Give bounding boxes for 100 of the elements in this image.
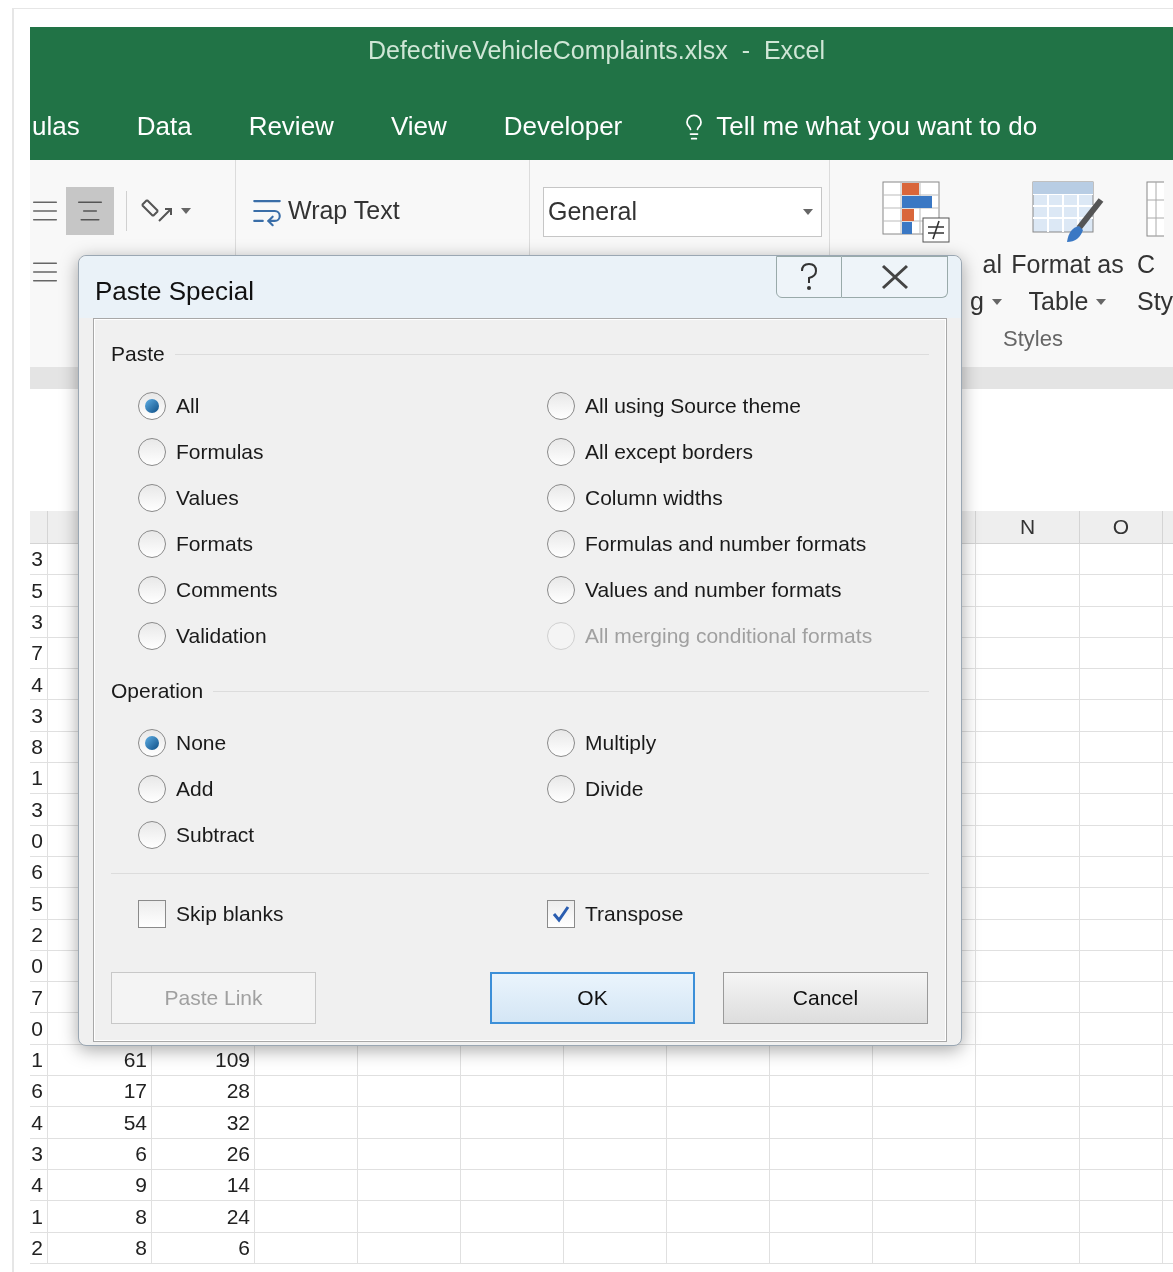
ribbon-tab[interactable]: ulas xyxy=(30,107,82,146)
table-cell-text: 2 xyxy=(31,1234,43,1261)
caret-icon xyxy=(181,208,191,214)
option-label: All merging conditional formats xyxy=(585,623,873,650)
option-label: All except borders xyxy=(585,439,754,466)
table-cell-text: 109 xyxy=(214,1047,250,1074)
table-cell-text: 1 xyxy=(31,765,43,792)
radio-button[interactable] xyxy=(547,576,575,604)
ribbon-tab[interactable]: Developer xyxy=(501,107,625,146)
number-format-dropdown[interactable]: General xyxy=(543,187,822,237)
radio-button[interactable] xyxy=(138,484,166,512)
table-cell-text: 4 xyxy=(31,671,43,698)
checkbox[interactable] xyxy=(547,900,575,928)
format-as-table-icon xyxy=(1030,180,1105,244)
option-label: All using Source theme xyxy=(585,393,801,420)
close-button[interactable] xyxy=(842,256,948,298)
cell-styles-icon xyxy=(1146,180,1164,240)
caret-icon xyxy=(803,209,813,215)
table-cell-text: 5 xyxy=(31,577,43,604)
table-cell-text: 3 xyxy=(31,796,43,823)
option-label: Values and number formats xyxy=(585,577,842,604)
checkbox-label: Transpose xyxy=(585,901,684,928)
radio-button[interactable] xyxy=(547,438,575,466)
tell-me-search[interactable]: Tell me what you want to do xyxy=(716,107,1038,146)
help-button[interactable] xyxy=(776,256,842,298)
table-cell-text: 7 xyxy=(31,640,43,667)
table-cell-text: 8 xyxy=(31,734,43,761)
table-cell-text: 17 xyxy=(123,1078,147,1105)
table-cell-text: 2 xyxy=(31,921,43,948)
option-label: Multiply xyxy=(585,730,657,757)
table-cell-text: 14 xyxy=(226,1172,250,1199)
table-cell-text: 54 xyxy=(123,1109,147,1136)
table-cell-text: 6 xyxy=(31,1078,43,1105)
ribbon-tab[interactable]: Review xyxy=(246,107,336,146)
ribbon-tab[interactable]: Data xyxy=(134,107,194,146)
radio-button[interactable] xyxy=(138,392,166,420)
table-cell-text: 7 xyxy=(31,984,43,1011)
column-header[interactable]: N xyxy=(1019,511,1036,543)
radio-button[interactable] xyxy=(547,392,575,420)
option-label: Subtract xyxy=(176,822,255,849)
option-label: Column widths xyxy=(585,485,723,512)
section-label: Operation xyxy=(111,678,204,705)
table-cell-text: 1 xyxy=(31,1203,43,1230)
table-cell-text: 9 xyxy=(135,1172,147,1199)
styles-button[interactable]: Format as Table xyxy=(1002,180,1133,320)
table-cell-text: 61 xyxy=(123,1047,147,1074)
table-cell-text: 0 xyxy=(31,953,43,980)
radio-button[interactable] xyxy=(138,729,166,757)
dialog-title: Paste Special xyxy=(95,275,254,308)
table-cell-text: 4 xyxy=(31,1172,43,1199)
table-cell-text: 1 xyxy=(31,1047,43,1074)
table-cell-text: 3 xyxy=(31,702,43,729)
radio-button[interactable] xyxy=(547,729,575,757)
table-cell-text: 0 xyxy=(31,1015,43,1042)
align-center-button[interactable] xyxy=(66,187,114,235)
radio-button[interactable] xyxy=(547,775,575,803)
table-cell-text: 3 xyxy=(31,1141,43,1168)
radio-button[interactable] xyxy=(138,622,166,650)
option-label: Values xyxy=(176,485,239,512)
radio-button[interactable] xyxy=(138,775,166,803)
table-cell-text: 0 xyxy=(31,828,43,855)
table-cell-text: 3 xyxy=(31,609,43,635)
ribbon-tab[interactable]: View xyxy=(388,107,449,146)
table-cell-text: 5 xyxy=(31,890,43,917)
option-label: Divide xyxy=(585,776,644,803)
option-label: Formulas and number formats xyxy=(585,531,867,558)
table-cell-text: 4 xyxy=(31,1109,43,1136)
radio-button[interactable] xyxy=(547,530,575,558)
radio-button[interactable] xyxy=(138,530,166,558)
table-cell-text: 8 xyxy=(135,1234,147,1261)
section-label: Paste xyxy=(111,341,165,368)
option-label: All xyxy=(176,393,200,420)
dialog-button[interactable]: OK xyxy=(490,972,695,1024)
table-cell-text: 28 xyxy=(226,1078,250,1105)
close-icon xyxy=(879,264,910,290)
radio-button[interactable] xyxy=(138,821,166,849)
table-cell-text: 6 xyxy=(135,1141,147,1168)
radio-button[interactable] xyxy=(547,484,575,512)
option-label: None xyxy=(176,730,227,757)
option-label: Formats xyxy=(176,531,253,558)
option-label: Comments xyxy=(176,577,278,604)
group-label: Styles xyxy=(1003,325,1064,353)
table-cell-text: 8 xyxy=(135,1203,147,1230)
radio-button[interactable] xyxy=(138,438,166,466)
dialog-button[interactable]: Cancel xyxy=(723,972,928,1024)
check-icon xyxy=(551,904,571,924)
table-cell-text: 6 xyxy=(238,1234,250,1261)
option-label: Add xyxy=(176,776,214,803)
column-header[interactable]: O xyxy=(1112,511,1130,543)
wrap-text-button[interactable]: Wrap Text xyxy=(250,192,400,230)
caret-icon xyxy=(992,298,1002,305)
checkbox-label: Skip blanks xyxy=(176,901,284,928)
caret-icon xyxy=(1096,298,1107,305)
radio-button[interactable] xyxy=(138,576,166,604)
styles-button[interactable]: C Sty xyxy=(1133,180,1173,320)
table-cell-text: 26 xyxy=(226,1141,250,1168)
table-cell-text: 3 xyxy=(31,546,43,573)
option-label: Formulas xyxy=(176,439,264,466)
checkbox[interactable] xyxy=(138,900,166,928)
table-cell-text: 6 xyxy=(31,859,43,886)
